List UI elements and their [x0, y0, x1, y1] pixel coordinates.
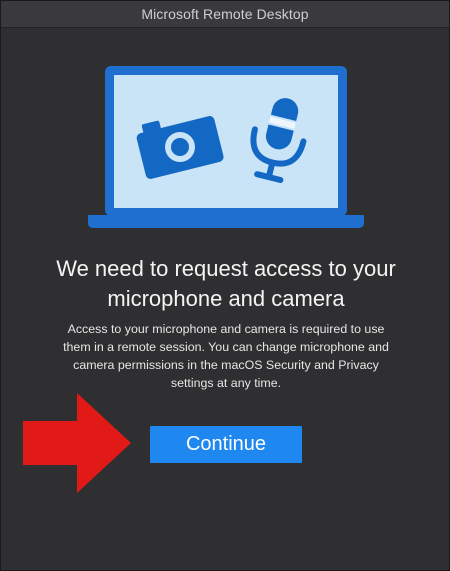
red-arrow-icon [23, 393, 131, 493]
laptop-icon [88, 66, 364, 228]
laptop-illustration [88, 66, 364, 228]
page-heading: We need to request access to your microp… [56, 256, 396, 311]
continue-button[interactable]: Continue [150, 426, 302, 463]
permission-description: Access to your microphone and camera is … [63, 322, 389, 390]
title-bar[interactable]: Microsoft Remote Desktop [1, 1, 449, 28]
app-window: Microsoft Remote Desktop We need to requ… [0, 0, 450, 571]
window-title: Microsoft Remote Desktop [141, 6, 309, 22]
